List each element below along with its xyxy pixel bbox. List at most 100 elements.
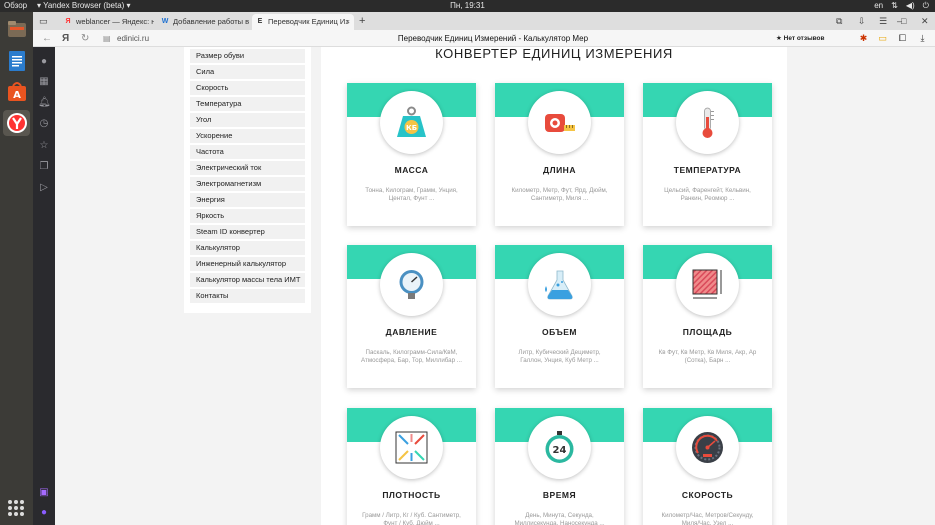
menu-item[interactable]: Размер обуви bbox=[190, 49, 305, 63]
tab-add-work[interactable]: W Добавление работы в по bbox=[157, 14, 249, 30]
pressure-gauge-icon bbox=[399, 270, 424, 299]
density-icon bbox=[395, 431, 428, 464]
media-icon[interactable]: ▷ bbox=[38, 182, 50, 194]
translate-icon[interactable]: ⧠ bbox=[897, 33, 908, 44]
card-description: Километр, Метр, Фут, Ярд, Дюйм, Сантимет… bbox=[511, 187, 608, 202]
menu-item[interactable]: Температура bbox=[190, 97, 305, 111]
card-description: Грамм / Литр, Кг / Куб. Сантиметр, Фунт … bbox=[362, 512, 461, 525]
alice-assistant-icon[interactable]: ● bbox=[38, 507, 50, 519]
card-area[interactable]: ПЛОЩАДЬ Кв Фут, Кв Метр, Кв Миля, Акр, А… bbox=[643, 245, 772, 388]
dock-software-icon[interactable]: A bbox=[3, 79, 30, 105]
show-applications-icon[interactable] bbox=[8, 500, 24, 516]
back-icon[interactable]: ← bbox=[42, 30, 52, 47]
card-title: ОБЪЕМ bbox=[541, 327, 578, 337]
menu-item[interactable]: Электромагнетизм bbox=[190, 177, 305, 191]
edinici-favicon-icon: E bbox=[257, 18, 263, 25]
card-temperature[interactable]: ТЕМПЕРАТУРА Цельсий, Фаренгейт, Кельвин,… bbox=[643, 83, 772, 226]
tab-label: Добавление работы в по bbox=[173, 17, 249, 26]
card-title: МАССА bbox=[394, 165, 429, 175]
stopwatch-label: 24 bbox=[553, 445, 567, 456]
yandex-home-icon[interactable]: Я bbox=[62, 30, 69, 47]
card-description: Тонна, Килограм, Грамм, Унция, Центал, Ф… bbox=[365, 187, 458, 202]
dock-writer-icon[interactable] bbox=[3, 48, 30, 74]
card-mass[interactable]: КБ МАССА Тонна, Килограм, Грамм, Унция, … bbox=[347, 83, 476, 226]
apps-grid-icon[interactable]: ▦ bbox=[38, 76, 50, 88]
browser-side-panel: ● ▦ 🔔︎ ◷ ☆ ❐ ▷ ▣ ● bbox=[33, 12, 55, 525]
lock-icon[interactable]: ▣ bbox=[38, 487, 50, 499]
card-icon-circle bbox=[528, 91, 591, 154]
clock[interactable]: Пн, 19:31 bbox=[0, 0, 935, 12]
new-tab-button[interactable]: + bbox=[359, 12, 365, 30]
download-arrow-icon[interactable]: ⤓ bbox=[917, 33, 928, 44]
volume-icon[interactable]: ◀) bbox=[906, 0, 915, 12]
card-title: ПЛОТНОСТЬ bbox=[382, 490, 441, 500]
power-icon[interactable]: ⏻ bbox=[923, 0, 929, 12]
card-icon-circle bbox=[380, 416, 443, 479]
history-icon[interactable]: ◷ bbox=[38, 118, 50, 130]
menu-item[interactable]: Калькулятор bbox=[190, 241, 305, 255]
dock-files-icon[interactable] bbox=[3, 16, 30, 42]
weight-icon: КБ bbox=[397, 106, 426, 137]
battery-extension-icon[interactable]: ▭ bbox=[877, 33, 888, 44]
svg-text:A: A bbox=[13, 90, 21, 101]
tab-weblancer[interactable]: Я weblancer — Яндекс: нашл bbox=[60, 14, 154, 30]
menu-item[interactable]: Угол bbox=[190, 113, 305, 127]
card-speed[interactable]: СКОРОСТЬ Километр/Час, Метров/Секунду, М… bbox=[643, 408, 772, 525]
dock-yandex-browser-icon[interactable] bbox=[3, 110, 30, 136]
maximize-square-icon[interactable]: □ bbox=[901, 12, 906, 30]
close-window-icon[interactable]: ✕ bbox=[921, 12, 929, 30]
card-title: ДАВЛЕНИЕ bbox=[385, 327, 438, 337]
card-description: Километр/Час, Метров/Секунду, Миля/Час, … bbox=[661, 512, 754, 525]
menu-item[interactable]: Ускорение bbox=[190, 129, 305, 143]
collections-icon[interactable]: ❐ bbox=[38, 161, 50, 173]
weblancer-favicon-icon: W bbox=[161, 18, 169, 25]
menu-item[interactable]: Яркость bbox=[190, 209, 305, 223]
site-security-icon[interactable]: ▤ bbox=[103, 30, 111, 47]
bookmarks-icon[interactable]: ☆ bbox=[38, 140, 50, 152]
card-time[interactable]: 24 ВРЕМЯ День, Минута, Секунда, Миллисек… bbox=[495, 408, 624, 525]
network-icon[interactable]: ⇅ bbox=[891, 0, 898, 12]
extension-bug-icon[interactable]: ✱ bbox=[858, 33, 869, 44]
page-title: Переводчик Единиц Измерений - Калькулято… bbox=[397, 34, 589, 43]
downloads-icon[interactable]: ⇩ bbox=[858, 12, 866, 30]
reload-icon[interactable]: ↻ bbox=[81, 30, 89, 47]
card-pressure[interactable]: ДАВЛЕНИЕ Паскаль, Килограмм-Сила/КвМ, Ат… bbox=[347, 245, 476, 388]
menu-item[interactable]: Калькулятор массы тела ИМТ bbox=[190, 273, 305, 287]
card-icon-circle: КБ bbox=[380, 91, 443, 154]
address-bar-row: ← Я ↻ ▤ edinici.ru Переводчик Единиц Изм… bbox=[33, 30, 935, 47]
menu-item[interactable]: Контакты bbox=[190, 289, 305, 303]
tab-strip: ▭ Я weblancer — Яндекс: нашл W Добавлени… bbox=[33, 12, 935, 30]
card-icon-circle bbox=[676, 416, 739, 479]
tabs-menu-icon[interactable]: ⧉ bbox=[836, 12, 842, 30]
tab-edinici[interactable]: E Переводчик Единиц Из × bbox=[252, 14, 354, 30]
card-volume[interactable]: ОБЪЕМ Литр, Кубический Дециметр, Галлон,… bbox=[495, 245, 624, 388]
close-tab-icon[interactable]: × bbox=[346, 14, 350, 30]
card-description: День, Минута, Секунда, Миллисекунда, Нан… bbox=[514, 512, 605, 525]
reviews-badge[interactable]: ★ Нет отзывов bbox=[776, 33, 825, 44]
card-icon-circle: 24 bbox=[528, 416, 591, 479]
card-icon-circle bbox=[676, 253, 739, 316]
notifications-icon[interactable]: 🔔︎ bbox=[38, 97, 51, 109]
menu-icon[interactable]: ☰ bbox=[879, 12, 887, 30]
menu-item[interactable]: Скорость bbox=[190, 81, 305, 95]
menu-item[interactable]: Steam ID конвертер bbox=[190, 225, 305, 239]
card-icon-circle bbox=[528, 253, 591, 316]
card-title: ДЛИНА bbox=[543, 165, 576, 175]
url-field[interactable]: edinici.ru bbox=[117, 30, 149, 47]
menu-item[interactable]: Сила bbox=[190, 65, 305, 79]
tab-label: weblancer — Яндекс: нашл bbox=[76, 17, 154, 26]
tab-sidebar-icon[interactable]: ▭ bbox=[39, 12, 48, 30]
card-density[interactable]: ПЛОТНОСТЬ Грамм / Литр, Кг / Куб. Сантим… bbox=[347, 408, 476, 525]
dock: A bbox=[0, 12, 33, 525]
system-tray[interactable]: en ⇅ ◀) ⏻ bbox=[874, 0, 929, 12]
menu-item[interactable]: Энергия bbox=[190, 193, 305, 207]
menu-item[interactable]: Электрический ток bbox=[190, 161, 305, 175]
system-top-bar: Обзор ▾ Yandex Browser (beta) ▾ Пн, 19:3… bbox=[0, 0, 935, 12]
flask-icon bbox=[545, 270, 573, 300]
stopwatch-icon: 24 bbox=[545, 431, 574, 463]
menu-item[interactable]: Частота bbox=[190, 145, 305, 159]
profile-icon[interactable]: ● bbox=[38, 56, 50, 68]
menu-item[interactable]: Инженерный калькулятор bbox=[190, 257, 305, 271]
language-indicator[interactable]: en bbox=[874, 0, 883, 12]
card-length[interactable]: ДЛИНА Километр, Метр, Фут, Ярд, Дюйм, Са… bbox=[495, 83, 624, 226]
